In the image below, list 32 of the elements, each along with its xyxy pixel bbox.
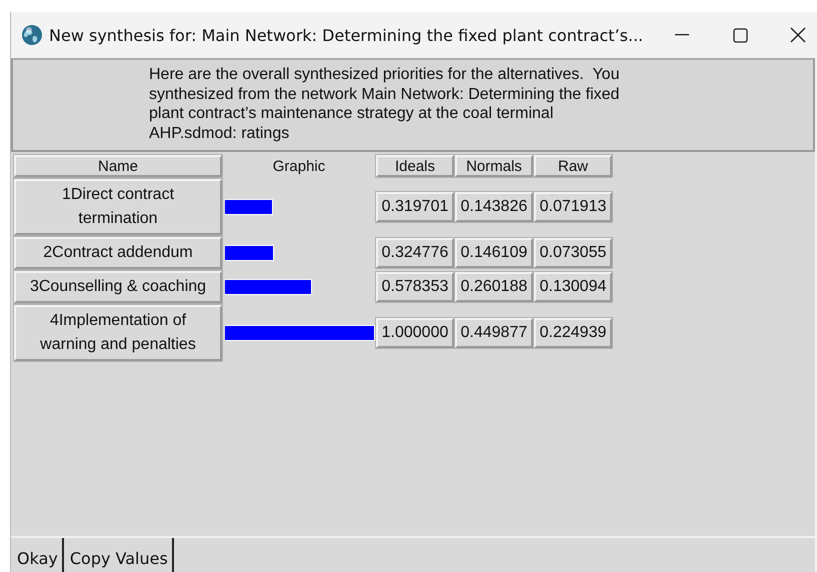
minimize-icon [675,34,690,36]
message-text: Here are the overall synthesized priorities for the alternatives. You [149,65,620,84]
window-title: New synthesis for: Main Network: Determining the fixed plant contract’s... [49,26,644,44]
column-header: Name [14,155,222,177]
value-cell: 0.449877 [455,318,533,348]
value-cell: 0.224939 [534,318,612,348]
maximize-icon [732,28,748,42]
value-cell: 0.319701 [376,192,454,222]
message-text: plant contract’s maintenance strategy at the coal terminal [149,104,554,124]
message-text: synthesized from the network Main Network: Determining the fixed [149,84,620,104]
value-cell: 0.578353 [376,272,454,302]
value-cell: 0.130094 [534,272,612,302]
close-icon [790,27,806,43]
row-name-cell: 4Implementation of warning and penalties [14,305,222,361]
value-cell: 0.260188 [455,272,533,302]
column-header-label: Graphic [272,156,326,176]
value-cell: 0.143826 [455,192,533,222]
value-cell: 0.071913 [534,192,612,222]
column-header: Normals [455,155,533,177]
row-name-cell: 2Contract addendum [14,237,222,269]
priority-bar [225,245,274,261]
globe-icon [21,24,43,46]
value-cell: 0.073055 [534,238,612,268]
row-name-cell: 1Direct contract termination [14,179,222,235]
priority-bar [225,199,273,215]
message-text: AHP.sdmod: ratings [149,124,290,143]
column-header: Ideals [376,155,454,177]
column-header: Raw [534,155,612,177]
value-cell: 1.000000 [376,318,454,348]
row-name-cell: 3Counselling & coaching [14,271,222,303]
value-cell: 0.146109 [455,238,533,268]
value-cell: 0.324776 [376,238,454,268]
